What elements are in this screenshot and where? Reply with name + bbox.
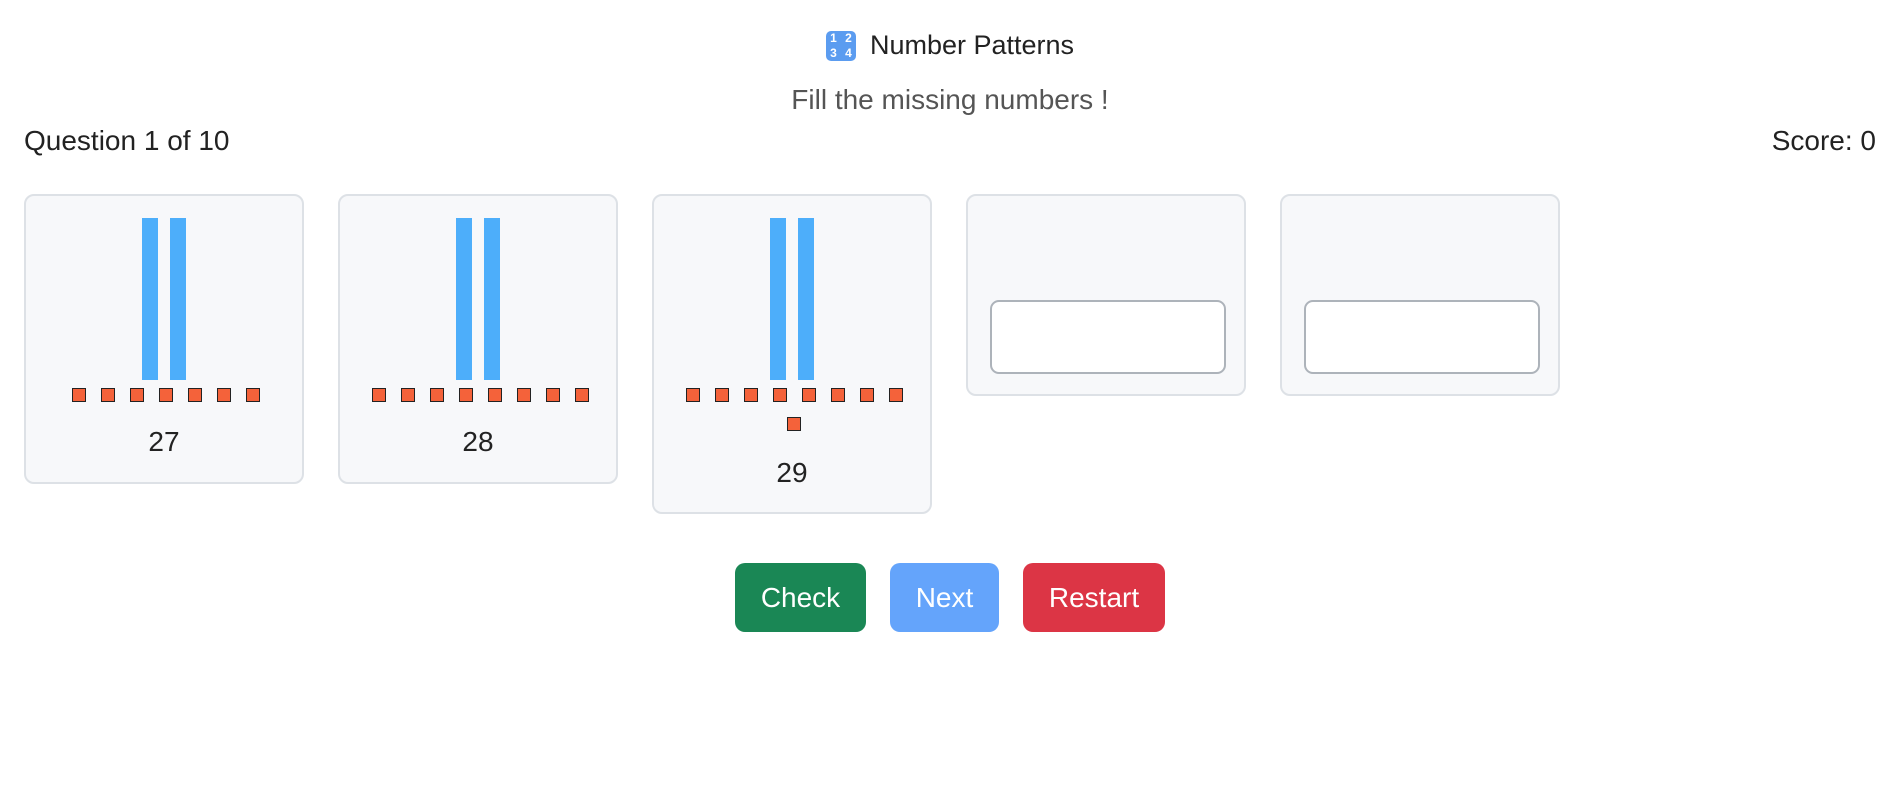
card-number: 27 [148, 426, 180, 457]
pattern-card-3: 29 [652, 194, 932, 514]
one-unit [743, 388, 758, 402]
answer-input-2[interactable] [1304, 300, 1540, 374]
answer-card-2 [1280, 194, 1560, 396]
ten-rod [142, 218, 158, 380]
icon-glyph: 4 [845, 45, 852, 60]
one-unit [217, 388, 231, 402]
one-unit [72, 388, 86, 402]
one-unit [772, 388, 787, 402]
one-unit [516, 388, 531, 402]
page-title: 1 2 3 4 Number Patterns [0, 30, 1888, 61]
one-unit [859, 388, 874, 402]
one-unit [130, 388, 144, 402]
card-number: 29 [776, 457, 808, 488]
restart-button[interactable]: Restart [1023, 563, 1165, 632]
pattern-card-2: 28 [338, 194, 618, 484]
icon-glyph: 2 [845, 30, 852, 45]
ones-units [46, 388, 286, 402]
one-unit [787, 417, 801, 431]
subtitle: Fill the missing numbers ! [791, 84, 1109, 115]
answer-card-1 [966, 194, 1246, 396]
one-unit [101, 388, 115, 402]
one-unit [545, 388, 560, 402]
ten-rod [770, 218, 786, 380]
pattern-card-1: 27 [24, 194, 304, 484]
one-unit [574, 388, 589, 402]
one-unit [830, 388, 845, 402]
ten-rod [484, 218, 500, 380]
ten-rod [456, 218, 472, 380]
tens-rods [26, 218, 302, 380]
input-numbers-icon: 1 2 3 4 [825, 30, 856, 61]
one-unit [371, 388, 386, 402]
answer-input-1[interactable] [990, 300, 1226, 374]
title-text: Number Patterns [869, 30, 1075, 60]
tens-rods [654, 218, 930, 380]
question-counter: Question 1 of 10 [24, 125, 230, 156]
one-unit [487, 388, 502, 402]
card-number: 28 [462, 426, 494, 457]
one-unit [429, 388, 444, 402]
one-unit [458, 388, 473, 402]
ten-rod [798, 218, 814, 380]
one-unit [801, 388, 816, 402]
one-unit [159, 388, 173, 402]
score-display: Score: 0 [1771, 125, 1876, 156]
one-unit [188, 388, 202, 402]
ones-units [674, 388, 914, 431]
next-button[interactable]: Next [890, 563, 999, 632]
one-unit [246, 388, 260, 402]
icon-glyph: 3 [830, 45, 837, 60]
one-unit [400, 388, 415, 402]
one-unit [685, 388, 700, 402]
tens-rods [340, 218, 616, 380]
number-patterns-app: 1 2 3 4 Number Patterns Fill the missing… [0, 0, 1888, 793]
icon-glyph: 1 [830, 30, 837, 45]
one-unit [714, 388, 729, 402]
one-unit [888, 388, 903, 402]
check-button[interactable]: Check [735, 563, 866, 632]
ten-rod [170, 218, 186, 380]
ones-units [360, 388, 600, 402]
